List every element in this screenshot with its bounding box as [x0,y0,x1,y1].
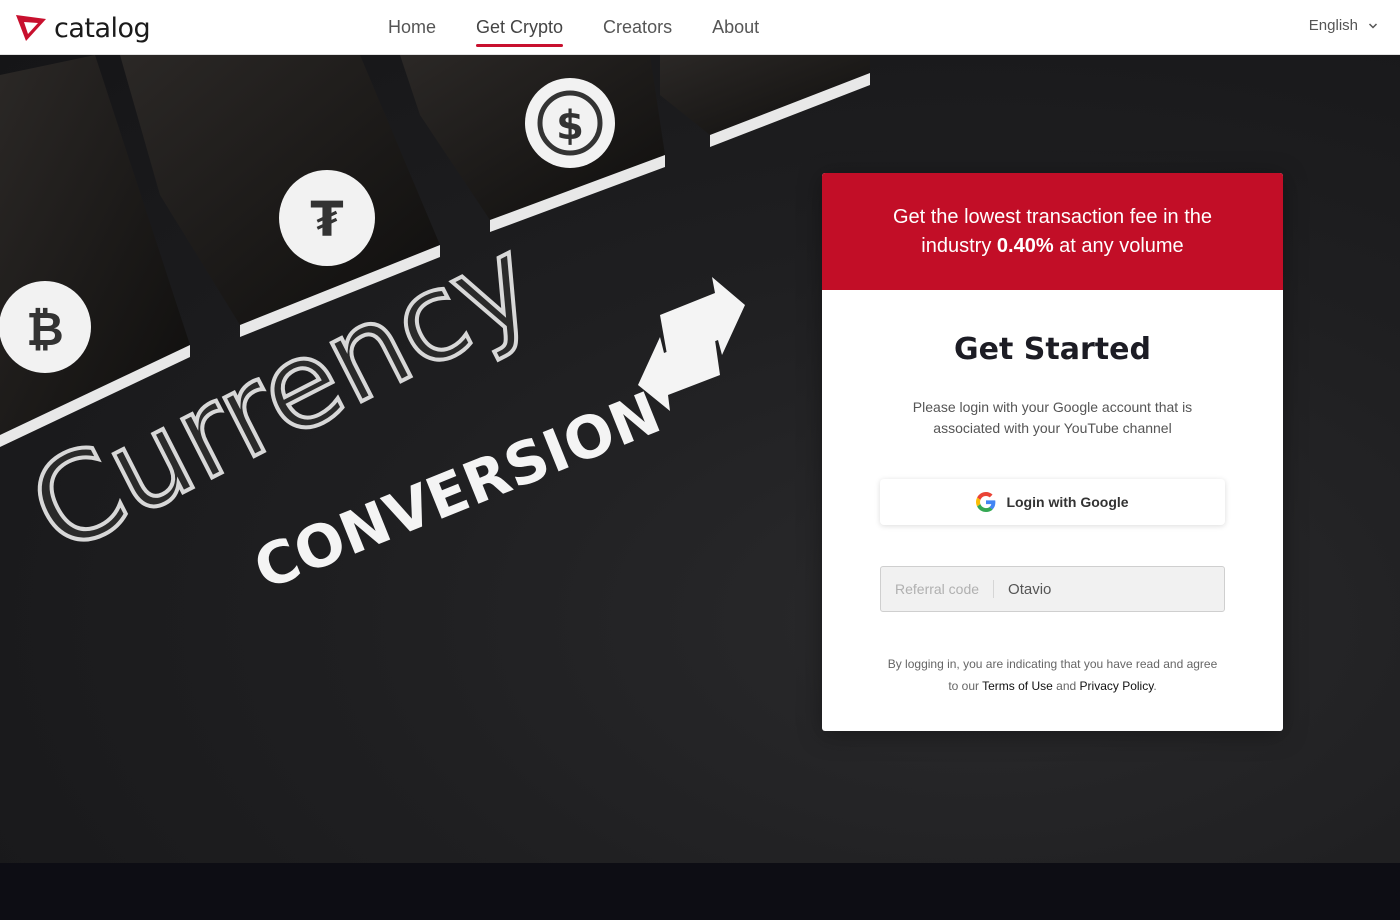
login-card: Get the lowest transaction fee in the in… [822,173,1283,731]
catalog-logo-icon [16,15,46,41]
chevron-down-icon [1368,22,1378,29]
card-title: Get Started [954,332,1151,367]
card-subtitle: Please login with your Google account th… [912,399,1193,436]
privacy-policy-link[interactable]: Privacy Policy [1080,679,1154,693]
nav-home[interactable]: Home [368,0,456,55]
login-with-google-button[interactable]: Login with Google [880,479,1225,525]
google-button-label: Login with Google [1006,494,1129,510]
referral-code-field: Referral code [880,566,1225,612]
footer-strip [0,863,1400,920]
language-label: English [1308,17,1358,34]
referral-code-label: Referral code [881,580,995,598]
usd-coin-cube: $ [400,55,665,232]
fee-highlight: 0.40% [996,234,1054,257]
crypto-cube [660,55,870,147]
referral-code-input[interactable] [994,567,1224,611]
swap-arrows-icon [638,277,745,411]
logo-text: catalog [54,12,151,44]
svg-text:$: $ [556,103,584,149]
svg-text:₿: ₿ [26,302,64,356]
nav-get-crypto[interactable]: Get Crypto [456,0,583,55]
legal-notice: By logging in, you are indicating that y… [887,657,1218,693]
fee-banner-text: Get the lowest transaction fee in the in… [892,205,1213,257]
svg-text:₮: ₮ [310,192,343,248]
main-nav: Home Get Crypto Creators About [368,0,779,55]
fee-banner: Get the lowest transaction fee in the in… [822,173,1283,290]
catalog-logo[interactable]: catalog [14,11,151,45]
nav-about[interactable]: About [692,0,779,55]
nav-creators[interactable]: Creators [583,0,692,55]
google-icon [976,492,996,512]
hero-currency-art: ₿ ₮ $ Currency CONVERSION [0,55,870,603]
language-selector[interactable]: English [1309,17,1378,34]
terms-of-use-link[interactable]: Terms of Use [982,679,1053,693]
top-navbar: catalog Home Get Crypto Creators About E… [0,0,1400,55]
